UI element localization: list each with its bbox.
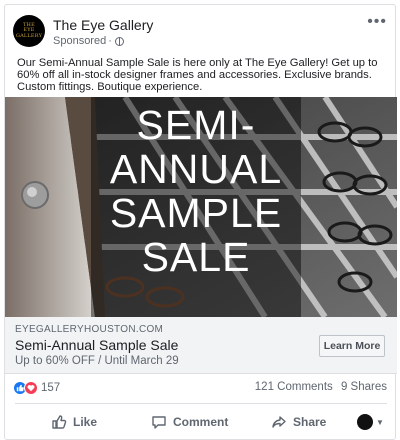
learn-more-button[interactable]: Learn More xyxy=(319,335,385,357)
like-button[interactable]: Like xyxy=(51,409,97,435)
link-description: Up to 60% OFF / Until March 29 xyxy=(15,355,179,367)
hero-line-2: ANNUAL xyxy=(109,146,283,192)
sponsored-label: Sponsored · xyxy=(53,35,124,47)
comment-button[interactable]: Comment xyxy=(151,409,228,435)
reactions-summary[interactable]: 157 xyxy=(13,379,60,397)
hero-line-4: SALE xyxy=(141,234,251,280)
page-name-link[interactable]: The Eye Gallery xyxy=(53,17,153,33)
link-preview[interactable]: EYEGALLERYHOUSTON.COM Semi-Annual Sample… xyxy=(5,317,397,374)
comment-icon xyxy=(152,416,166,429)
caret-down-icon: ▼ xyxy=(376,417,384,427)
hero-line-3: SAMPLE xyxy=(109,190,283,236)
profile-avatar-icon xyxy=(357,414,373,430)
comment-label: Comment xyxy=(173,415,229,429)
sponsored-text: Sponsored xyxy=(53,35,107,47)
separator-dot: · xyxy=(108,35,112,47)
post-as-selector[interactable]: ▼ xyxy=(357,409,384,435)
like-label: Like xyxy=(73,415,98,429)
thumbs-up-icon xyxy=(52,415,67,429)
share-icon xyxy=(272,416,286,428)
ad-image[interactable]: SEMI- ANNUAL SAMPLE SALE xyxy=(5,97,397,317)
link-domain: EYEGALLERYHOUSTON.COM xyxy=(15,324,164,335)
page-avatar[interactable]: THE EYE GALLERY xyxy=(13,15,45,47)
globe-icon xyxy=(114,36,124,46)
reaction-count: 157 xyxy=(41,382,61,394)
link-headline: Semi-Annual Sample Sale xyxy=(15,337,179,353)
actions-divider xyxy=(15,403,387,404)
post-body-text: Our Semi-Annual Sample Sale is here only… xyxy=(17,57,378,93)
hero-headline: SEMI- ANNUAL SAMPLE SALE xyxy=(91,103,301,279)
shares-count-link[interactable]: 9 Shares xyxy=(341,381,387,393)
post-header: THE EYE GALLERY The Eye Gallery Sponsore… xyxy=(13,13,389,51)
more-options-icon[interactable]: ••• xyxy=(367,13,387,31)
share-label: Share xyxy=(293,415,327,429)
avatar-text-line-3: GALLERY xyxy=(15,32,43,39)
sponsored-post-card: THE EYE GALLERY The Eye Gallery Sponsore… xyxy=(4,4,397,440)
share-button[interactable]: Share xyxy=(271,409,326,435)
comments-count-link[interactable]: 121 Comments xyxy=(255,381,333,393)
post-actions-bar: Like Comment Share ▼ xyxy=(5,409,397,435)
love-reaction-icon xyxy=(24,381,38,395)
engagement-stats: 121 Comments 9 Shares xyxy=(250,381,387,393)
hero-line-1: SEMI- xyxy=(136,102,256,148)
